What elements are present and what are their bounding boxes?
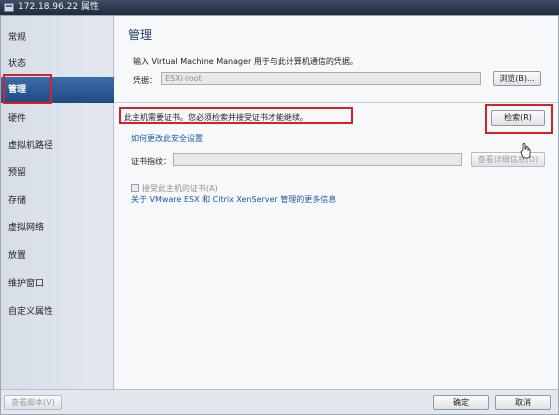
security-settings-link[interactable]: 如何更改此安全设置 [131, 133, 203, 144]
accept-certificate-label: 接受此主机的证书(A) [142, 184, 218, 193]
sidebar-item-status[interactable]: 状态 [1, 51, 114, 77]
view-script-button[interactable]: 查看脚本(V) [4, 395, 62, 410]
sidebar-nav: 常规 状态 管理 硬件 虚拟机路径 预留 存储 虚拟网络 放置 维护窗口 自定义… [1, 16, 114, 389]
credentials-field[interactable]: ESXi-root [161, 72, 481, 85]
thumbprint-label: 证书指纹： [131, 157, 171, 166]
sidebar-item-maintenance-windows[interactable]: 维护窗口 [1, 271, 114, 297]
certificate-warning: 此主机需要证书。您必须检索并接受证书才能继续。 [124, 113, 308, 122]
sidebar-item-storage[interactable]: 存储 [1, 188, 114, 214]
sidebar-item-vm-paths[interactable]: 虚拟机路径 [1, 133, 114, 159]
dialog-footer: 查看脚本(V) 确定 取消 [1, 389, 558, 414]
window-title-bar: 172.18.96.22 属性 [0, 0, 559, 15]
more-info-link[interactable]: 关于 VMware ESX 和 Citrix XenServer 管理的更多信息 [131, 194, 336, 205]
main-panel: 管理 输入 Virtual Machine Manager 用于与此计算机通信的… [115, 16, 558, 389]
retrieve-button[interactable]: 检索(R) [491, 110, 545, 126]
sidebar-item-virtual-networks[interactable]: 虚拟网络 [1, 215, 114, 241]
mouse-cursor-icon [520, 143, 531, 159]
ok-button[interactable]: 确定 [433, 395, 489, 410]
sidebar-item-management[interactable]: 管理 [1, 77, 114, 103]
credentials-instruction: 输入 Virtual Machine Manager 用于与此计算机通信的凭据。 [133, 57, 358, 66]
accept-certificate-checkbox[interactable] [131, 184, 139, 192]
browse-button[interactable]: 浏览(B)... [493, 71, 541, 86]
thumbprint-field[interactable] [173, 153, 462, 166]
properties-window: 常规 状态 管理 硬件 虚拟机路径 预留 存储 虚拟网络 放置 维护窗口 自定义… [0, 15, 559, 415]
credentials-label: 凭据： [133, 76, 157, 85]
window-title: 172.18.96.22 属性 [18, 2, 99, 12]
sidebar-item-general[interactable]: 常规 [1, 25, 114, 51]
sidebar-item-custom-properties[interactable]: 自定义属性 [1, 299, 114, 325]
app-icon [4, 3, 14, 12]
sidebar-item-hardware[interactable]: 硬件 [1, 106, 114, 132]
page-title: 管理 [128, 28, 153, 42]
view-details-button[interactable]: 查看详细信息(D) [471, 152, 545, 167]
cancel-button[interactable]: 取消 [495, 395, 551, 410]
section-divider [115, 102, 558, 103]
sidebar-item-reserves[interactable]: 预留 [1, 160, 114, 186]
sidebar-item-placement[interactable]: 放置 [1, 243, 114, 269]
